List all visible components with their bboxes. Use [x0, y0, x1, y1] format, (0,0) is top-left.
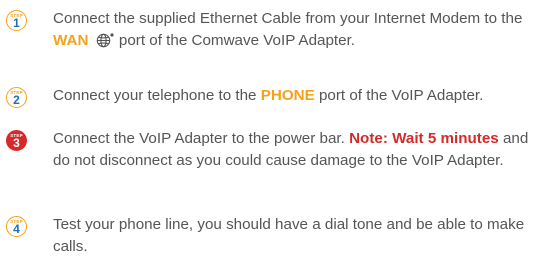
warning-note: Note: Wait 5 minutes: [349, 130, 499, 147]
step-3-text: Connect the VoIP Adapter to the power ba…: [53, 128, 545, 172]
step-number: 2: [13, 93, 20, 107]
step-3-badge: STEP 3: [6, 130, 27, 151]
wan-label: WAN: [53, 32, 89, 49]
step-1-text-part1: Connect the supplied Ethernet Cable from…: [53, 10, 523, 27]
phone-label: PHONE: [260, 87, 315, 104]
step-number: 4: [13, 222, 20, 236]
step-3-text-part1: Connect the VoIP Adapter to the power ba…: [53, 130, 350, 147]
step-1: STEP 1 Connect the supplied Ethernet Cab…: [6, 8, 545, 52]
step-4-text: Test your phone line, you should have a …: [53, 216, 525, 255]
globe-icon: [95, 32, 115, 48]
step-4-badge: STEP 4: [6, 216, 27, 237]
step-4: STEP 4 Test your phone line, you should …: [6, 214, 545, 258]
step-2-text-part2: port of the VoIP Adapter.: [314, 87, 484, 104]
step-2-text-part1: Connect your telephone to the: [53, 87, 261, 104]
step-number: 3: [13, 136, 20, 150]
step-2-badge: STEP 2: [6, 87, 27, 108]
step-1-text: Connect the supplied Ethernet Cable from…: [53, 8, 545, 52]
step-3: STEP 3 Connect the VoIP Adapter to the p…: [6, 128, 545, 172]
step-1-text-part2: port of the Comwave VoIP Adapter.: [114, 32, 356, 49]
step-2-text: Connect your telephone to the PHONE port…: [53, 85, 545, 107]
step-number: 1: [13, 16, 20, 30]
step-1-badge: STEP 1: [6, 10, 27, 31]
step-2: STEP 2 Connect your telephone to the PHO…: [6, 85, 545, 108]
